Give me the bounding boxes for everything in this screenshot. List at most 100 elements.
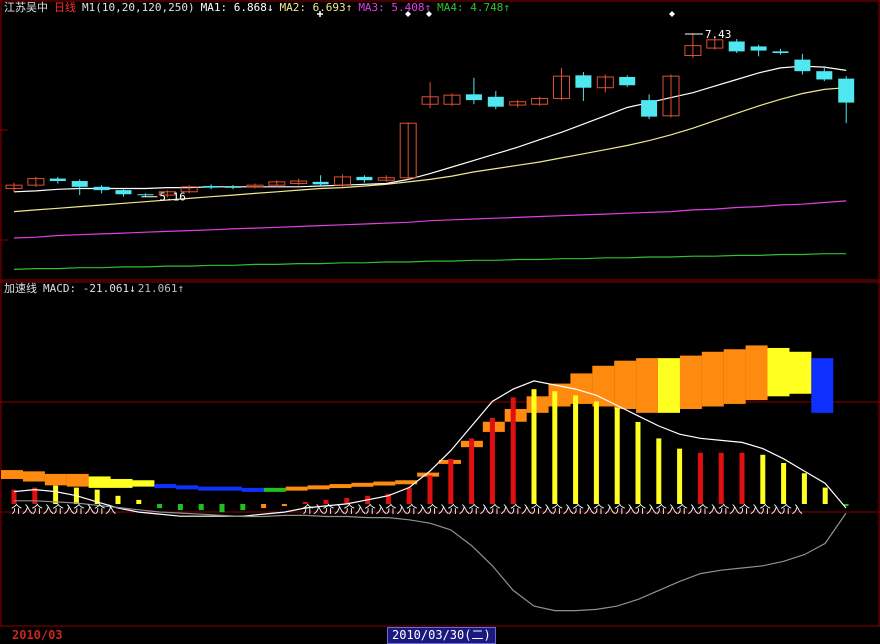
signal-label: 介入 [73,503,95,516]
macd-bar [677,448,683,504]
signal-label: 介入 [469,503,491,516]
grid-lines [0,0,880,627]
signal-label: 介入 [760,503,782,516]
accel-bar [176,485,199,490]
macd-bar [240,504,246,511]
accel-bar [154,484,177,489]
signal-label: 介入 [697,503,719,516]
ma3-value: MA3: 5.408↑ [358,1,432,14]
macd-value-2: 21.061↑ [137,282,185,295]
signal-label: 介入 [718,503,740,516]
macd-bar [281,504,287,507]
signal-label: 介入 [531,503,553,516]
signal-label: 介入 [11,503,33,516]
candle-body [816,71,833,80]
accel-bar [767,347,790,397]
date-axis-bar: 2010/03 2010/03/30(二) [0,627,880,644]
accel-bar [22,471,45,482]
signal-label: 介入 [656,503,678,516]
accel-bar [373,481,396,486]
macd-bar [448,458,454,504]
candle-body [487,96,504,107]
low-price-label: 5.16 [159,191,186,204]
ma4-value: MA4: 4.748↑ [437,1,511,14]
candle-body [619,76,636,86]
accel-bar [745,345,768,401]
accel-bar [351,482,374,487]
signal-label: 介入 [552,503,574,516]
signal-labels: 介入介入介入介入介入 介入介入介入介入介入介入介入介入介入介入介入介入介入介入介入… [11,503,803,516]
candle-body [356,176,373,181]
accel-bar [198,486,221,491]
accel-bar [285,486,308,491]
accelerator-bars [1,345,834,492]
accel-bar [789,351,812,394]
signal-label: 介入 [323,503,345,516]
macd-bar [157,504,163,509]
macd-bar [593,401,599,504]
high-price-label: 7.43 [705,28,732,41]
accel-bar [88,476,111,488]
macd-bar [261,504,267,509]
top-panel-header: 江苏吴中 日线 M1(10,20,120,250) MA1: 6.868↓ MA2: 6… [4,1,516,14]
macd-bar [552,391,558,504]
gray-signal-curve [14,500,847,612]
macd-bar [718,452,724,504]
accel-bar [636,358,659,413]
macd-bar [136,499,142,504]
accel-bar [614,360,637,410]
accel-bar [658,358,680,413]
macd-bar [614,407,620,504]
signal-label: 介入 [489,503,511,516]
accel-bar [132,480,155,487]
signal-label: 介入 [573,503,595,516]
accel-bar [66,473,89,487]
accel-bar [679,355,702,410]
candle-body [465,94,482,101]
accel-bar [263,487,286,492]
macd-bar [510,397,516,504]
bottom-panel-header: 加速线 MACD: -21.061↓ 21.061↑ [4,282,190,295]
macd-bar [531,389,537,504]
accel-bar [307,485,330,490]
signal-label: 介入 [365,503,387,516]
accel-bar [110,478,133,488]
macd-bar [822,487,828,504]
candle-body [750,46,767,51]
indicator-name[interactable]: 加速线 [4,282,37,295]
candle-body [115,190,132,195]
date-axis-label: 2010/03 [12,628,63,642]
period-label[interactable]: 日线 [54,1,76,14]
candle-body [203,185,220,188]
accel-bar [592,365,615,407]
signal-label: 介入 [406,503,428,516]
candle-body [728,41,745,52]
candle-body [772,51,789,54]
chart-stage: 7.435.16 介入介入介入介入介入 介入介入介入介入介入介入介入介入介入介入介… [0,0,880,627]
ma2-value: MA2: 6.693↑ [279,1,353,14]
candle-body [71,181,88,187]
accel-bar [241,487,264,492]
macd-bar [489,417,495,504]
macd-bar [739,452,745,504]
macd-bar [573,395,579,504]
macd-bar [697,452,703,504]
candle-body [137,194,154,196]
signal-label: 介入 [94,503,116,516]
candle-body [49,178,66,182]
candle-body [838,78,855,103]
macd-bar [656,438,662,504]
macd-bar [406,487,412,504]
accel-bar [220,486,242,491]
signal-label: 介入 [448,503,470,516]
macd-bar [801,473,807,504]
accel-bar [329,484,352,489]
accel-bar [811,358,834,413]
cursor-date[interactable]: 2010/03/30(二) [387,627,496,644]
candle-body [225,186,241,188]
macd-bar [198,504,204,511]
macd-bars [11,389,849,513]
signal-label: 介入 [344,503,366,516]
stock-name[interactable]: 江苏吴中 [4,1,48,14]
candle-body [93,186,110,191]
